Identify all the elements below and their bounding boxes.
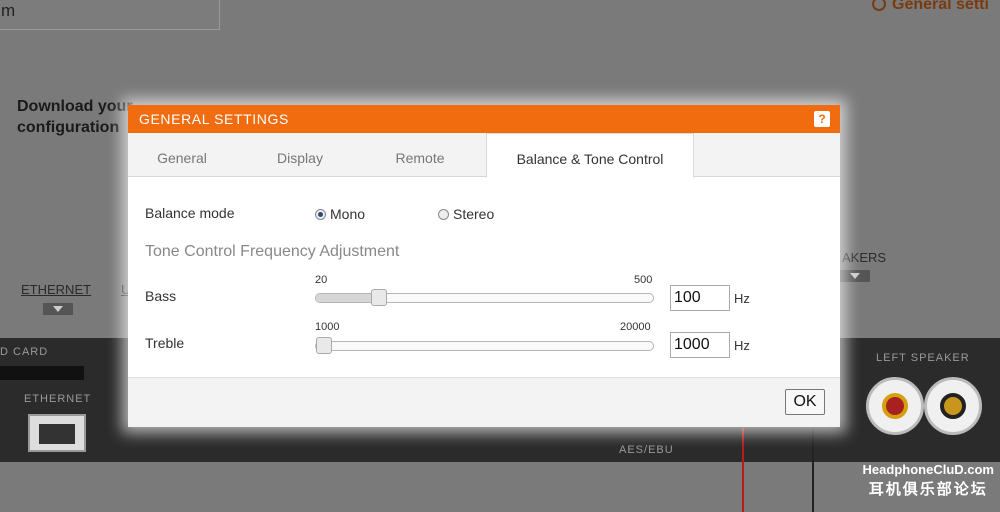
speakers-link: AKERS: [842, 250, 887, 265]
help-icon[interactable]: ?: [814, 111, 830, 127]
ethernet-port-label: ETHERNET: [24, 393, 92, 405]
bass-min-label: 20: [315, 274, 328, 286]
general-settings-link: General setti: [872, 0, 989, 14]
ethernet-dropdown-icon: [43, 303, 73, 315]
stereo-label: Stereo: [453, 206, 495, 222]
red-wire: [742, 428, 744, 512]
rca-connector-red-icon: [866, 377, 924, 435]
mono-label: Mono: [330, 206, 366, 222]
speakers-dropdown-icon: [840, 270, 870, 282]
treble-frequency-input[interactable]: [670, 332, 730, 358]
treble-max-label: 20000: [620, 321, 651, 333]
balance-mono-radio[interactable]: Mono: [315, 206, 365, 222]
watermark-line-2: 耳机俱乐部论坛: [868, 481, 988, 498]
tab-balance-tone-control[interactable]: Balance & Tone Control: [486, 133, 694, 178]
general-settings-dialog: GENERAL SETTINGS ? General Display Remot…: [128, 105, 840, 427]
treble-unit-label: Hz: [734, 338, 750, 353]
tab-general[interactable]: General: [128, 133, 236, 177]
dialog-header: GENERAL SETTINGS ?: [128, 105, 840, 133]
balance-mode-label: Balance mode: [145, 205, 235, 221]
ethernet-port-icon: [28, 414, 86, 452]
bass-slider[interactable]: [315, 289, 654, 306]
balance-stereo-radio[interactable]: Stereo: [438, 206, 494, 222]
bass-slider-thumb[interactable]: [371, 289, 387, 306]
treble-min-label: 1000: [315, 321, 340, 333]
aes-ebu-label: AES/EBU: [619, 444, 674, 456]
black-wire: [812, 428, 814, 512]
background-name-field: m: [0, 0, 220, 30]
ethernet-link: ETHERNET: [21, 282, 92, 297]
background-name-text: m: [1, 1, 16, 20]
tone-section-title: Tone Control Frequency Adjustment: [145, 243, 400, 260]
ok-button[interactable]: OK: [785, 389, 825, 415]
bass-slider-fill: [316, 294, 379, 302]
treble-slider[interactable]: [315, 337, 654, 354]
watermark: HeadphoneCluD.com 耳机俱乐部论坛: [863, 460, 994, 500]
download-line-2: configuration: [17, 119, 120, 136]
treble-slider-thumb[interactable]: [316, 337, 332, 354]
dialog-content: Balance mode Mono Stereo Tone Control Fr…: [128, 177, 840, 377]
tab-bar: General Display Remote Balance & Tone Co…: [128, 133, 840, 178]
radio-selected-icon: [315, 209, 326, 220]
dialog-title: GENERAL SETTINGS: [139, 111, 289, 127]
bass-frequency-input[interactable]: [670, 285, 730, 311]
dialog-footer: OK: [128, 377, 840, 427]
general-settings-link-label: General setti: [892, 0, 989, 13]
bass-unit-label: Hz: [734, 291, 750, 306]
sd-card-label: D CARD: [0, 346, 49, 358]
watermark-line-1: HeadphoneCluD.com: [862, 462, 994, 477]
tab-display[interactable]: Display: [236, 133, 364, 177]
download-config-text: Download your configuration: [17, 96, 133, 138]
rca-connector-black-icon: [924, 377, 982, 435]
play-circle-icon: [872, 0, 886, 11]
sd-card-slot: [0, 366, 84, 380]
left-speaker-label: LEFT SPEAKER: [876, 352, 970, 364]
treble-label: Treble: [145, 335, 185, 351]
radio-unselected-icon: [438, 209, 449, 220]
download-line-1: Download your: [17, 98, 133, 115]
tab-remote[interactable]: Remote: [364, 133, 476, 177]
bass-label: Bass: [145, 288, 177, 304]
bass-max-label: 500: [634, 274, 653, 286]
